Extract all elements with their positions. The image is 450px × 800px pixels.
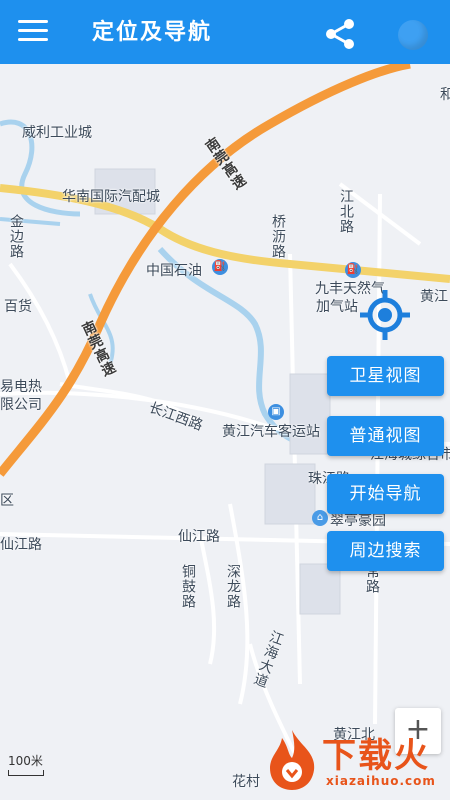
scale-indicator: 100米 xyxy=(8,752,44,776)
label-xiangongsi: 限公司 xyxy=(0,397,42,413)
label-zhongguo: 中国石油 xyxy=(146,263,202,279)
page-title: 定位及导航 xyxy=(92,20,213,45)
label-shenlong: 深龙路 xyxy=(225,564,241,609)
label-huangjiang-bus: 黄江汽车客运站 xyxy=(222,424,320,440)
scale-label: 100米 xyxy=(8,754,43,768)
label-jiaqizhan: 加气站 xyxy=(316,299,358,315)
label-qu: 区 xyxy=(0,493,14,509)
label-weili: 威利工业城 xyxy=(22,125,92,141)
app-bar: 定位及导航 xyxy=(0,0,450,64)
flame-logo-icon xyxy=(270,730,315,790)
label-huangjiang-right: 黄江 xyxy=(420,289,448,305)
bus-icon: ▣ xyxy=(268,404,284,420)
watermark: 下载火 xiazaihuo.com xyxy=(262,718,450,800)
label-qiaoli: 桥沥路 xyxy=(270,214,286,259)
gas-station-icon: ⛽ xyxy=(212,259,228,275)
label-huacun: 花村 xyxy=(232,774,260,790)
satellite-view-button[interactable]: 卫星视图 xyxy=(327,356,444,396)
watermark-text: 下载火 xyxy=(322,736,430,776)
nearby-search-button[interactable]: 周边搜索 xyxy=(327,531,444,571)
watermark-url: xiazaihuo.com xyxy=(326,774,436,788)
hamburger-menu-icon[interactable] xyxy=(18,20,48,44)
start-navigation-button[interactable]: 开始导航 xyxy=(327,474,444,514)
locate-me-icon[interactable] xyxy=(360,290,410,340)
normal-view-button[interactable]: 普通视图 xyxy=(327,416,444,456)
label-jinbian: 金边路 xyxy=(8,214,24,259)
label-baihuo: 百货 xyxy=(4,299,32,315)
label-jiangbei: 江北路 xyxy=(338,189,354,234)
gas-station-icon: ⛽ xyxy=(345,262,361,278)
label-xianjiang: 仙江路 xyxy=(178,529,220,545)
share-icon[interactable] xyxy=(322,16,358,52)
label-tonggu: 铜鼓路 xyxy=(180,564,196,609)
label-he: 和 xyxy=(440,87,450,103)
scale-bar xyxy=(8,770,44,776)
avatar[interactable] xyxy=(398,20,428,50)
label-xianjiang-left: 仙江路 xyxy=(0,537,42,553)
label-yidianre: 易电热 xyxy=(0,379,42,395)
label-huanan: 华南国际汽配城 xyxy=(62,189,160,205)
residence-icon: ⌂ xyxy=(312,510,328,526)
